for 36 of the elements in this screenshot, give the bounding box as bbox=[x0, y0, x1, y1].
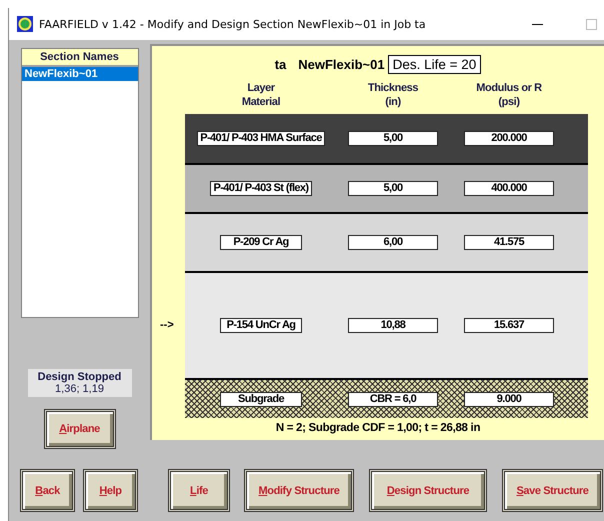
column-header: Thickness (in) bbox=[368, 81, 418, 109]
thickness-field[interactable]: 6,00 bbox=[348, 235, 438, 250]
material-field[interactable]: P-154 UnCr Ag bbox=[220, 318, 302, 333]
modulus-field[interactable]: 400.000 bbox=[464, 181, 554, 196]
modulus-field[interactable]: 200.000 bbox=[464, 131, 554, 146]
status-title: Design Stopped bbox=[36, 371, 122, 383]
material-field[interactable]: Subgrade bbox=[220, 392, 302, 406]
status-values: 1,36; 1,19 bbox=[54, 383, 105, 395]
summary-text: N = 2; Subgrade CDF = 1,00; t = 26,88 in bbox=[274, 422, 482, 434]
modulus-field[interactable]: 41.575 bbox=[464, 235, 554, 250]
action-button[interactable]: Help bbox=[83, 469, 138, 512]
list-header: Section Names bbox=[22, 49, 138, 67]
thickness-field[interactable]: 10,88 bbox=[348, 318, 438, 333]
current-layer-pointer: --> bbox=[159, 318, 175, 330]
app-icon bbox=[17, 16, 33, 32]
job-name: ta bbox=[274, 57, 286, 72]
thickness-field[interactable]: CBR = 6,0 bbox=[348, 392, 438, 406]
airplane-button[interactable]: Airplane bbox=[44, 409, 116, 449]
thickness-field[interactable]: 5,00 bbox=[348, 181, 438, 196]
window-title: FAARFIELD v 1.42 - Modify and Design Section NewFlexib~01 in Job ta bbox=[39, 18, 426, 30]
thickness-field[interactable]: 5,00 bbox=[348, 131, 438, 146]
section-name: NewFlexib~01 bbox=[298, 57, 385, 72]
column-header: Layer Material bbox=[242, 81, 280, 109]
column-header: Modulus or R (psi) bbox=[476, 81, 542, 109]
material-field[interactable]: P-209 Cr Ag bbox=[220, 235, 302, 250]
material-field[interactable]: P-401/ P-403 HMA Surface bbox=[197, 131, 325, 146]
material-field[interactable]: P-401/ P-403 St (flex) bbox=[210, 181, 312, 196]
action-button[interactable]: Save Structure bbox=[502, 469, 603, 512]
action-button[interactable]: Back bbox=[20, 469, 75, 512]
action-button[interactable]: Modify Structure bbox=[244, 469, 354, 512]
action-button[interactable]: Design Structure bbox=[369, 469, 487, 512]
design-life-box: Des. Life = 20 bbox=[388, 55, 482, 74]
section-item[interactable]: NewFlexib~01 bbox=[22, 67, 138, 81]
modulus-field[interactable]: 9.000 bbox=[464, 392, 554, 406]
action-button[interactable]: Life bbox=[168, 469, 230, 512]
modulus-field[interactable]: 15.637 bbox=[464, 318, 554, 333]
